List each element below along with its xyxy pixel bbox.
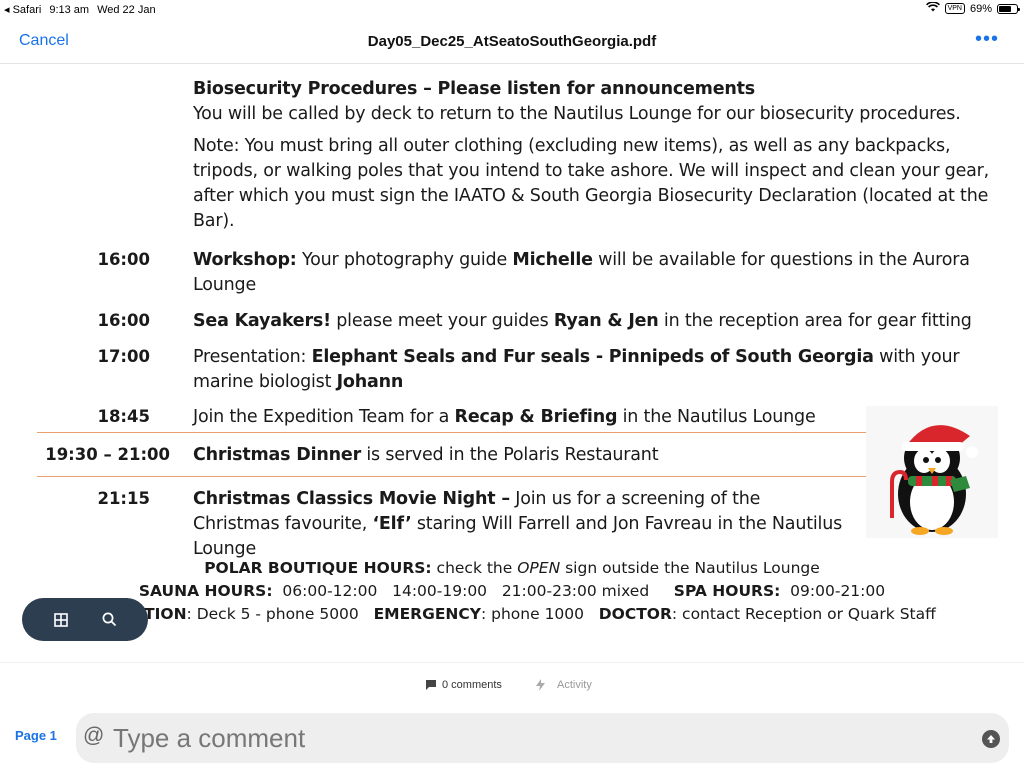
footer-line: SAUNA HOURS: 06:00-12:00 14:00-19:00 21:…	[0, 580, 1024, 603]
text-run: 06:00-12:00 14:00-19:00 21:00-23:00 mixe…	[272, 582, 674, 600]
text-run: Michelle	[512, 250, 593, 270]
text-run: SPA HOURS:	[673, 582, 781, 600]
text-run: Christmas Dinner	[193, 445, 362, 465]
footer-line: RECEPTION: Deck 5 - phone 5000 EMERGENCY…	[0, 603, 1024, 626]
vpn-badge: VPN	[944, 3, 965, 14]
event-description: Workshop: Your photography guide Michell…	[193, 248, 993, 298]
back-to-app-link[interactable]: ◂ Safari	[4, 3, 41, 16]
lightning-icon	[536, 679, 545, 691]
battery-icon	[997, 3, 1020, 14]
status-time: 9:13 am	[49, 3, 90, 16]
text-run: DOCTOR	[598, 605, 672, 623]
text-run: Elephant Seals and Fur seals - Pinnipeds…	[311, 347, 874, 367]
document-title: Day05_Dec25_AtSeatoSouthGeorgia.pdf	[367, 33, 657, 50]
biosecurity-note: Note: You must bring all outer clothing …	[193, 136, 990, 231]
biosecurity-title: Biosecurity Procedures – Please listen f…	[193, 79, 756, 99]
text-run: SAUNA HOURS:	[138, 582, 273, 600]
floating-toolbar	[22, 598, 148, 641]
grid-icon	[53, 612, 68, 627]
wifi-icon	[925, 1, 940, 15]
event-time: 19:30 – 21:00	[45, 445, 170, 464]
divider-top	[37, 432, 867, 433]
nav-bar: Cancel Day05_Dec25_AtSeatoSouthGeorgia.p…	[0, 20, 1024, 64]
divider-bottom	[37, 476, 867, 477]
text-run: 09:00-21:00	[780, 582, 886, 600]
text-run: EMERGENCY	[373, 605, 481, 623]
page-indicator[interactable]: Page 1	[15, 728, 57, 743]
send-button[interactable]	[982, 730, 1000, 748]
mention-button[interactable]: @	[83, 724, 104, 748]
comment-input[interactable]: @ Type a comment	[76, 713, 1009, 763]
comments-tab[interactable]: 0 comments	[426, 679, 502, 691]
text-run: ‘Elf’	[372, 514, 412, 534]
event-time: 16:00	[97, 250, 150, 269]
text-run: in the reception area for gear fitting	[658, 311, 972, 331]
activity-bar: 0 comments Activity	[0, 662, 1024, 708]
status-bar: ◂ Safari 9:13 am Wed 22 Jan VPN 69%	[0, 0, 1024, 20]
text-run: Your photography guide	[296, 250, 513, 270]
footer-line: POLAR BOUTIQUE HOURS: check the OPEN sig…	[0, 557, 1024, 580]
text-run: OPEN	[517, 559, 561, 577]
activity-tab[interactable]: Activity	[536, 679, 592, 691]
status-date: Wed 22 Jan	[97, 3, 156, 16]
comment-placeholder: Type a comment	[113, 723, 306, 753]
text-run: POLAR BOUTIQUE HOURS:	[204, 559, 432, 577]
event-description: Sea Kayakers! please meet your guides Ry…	[193, 309, 993, 334]
text-run: Ryan & Jen	[553, 311, 659, 331]
event-time: 16:00	[97, 311, 150, 330]
activity-label: Activity	[557, 679, 592, 691]
text-run: Recap & Briefing	[454, 407, 618, 427]
search-button[interactable]	[93, 603, 127, 637]
more-options-button[interactable]: •••	[975, 28, 999, 51]
comments-count: 0 comments	[442, 679, 502, 691]
battery-level	[999, 5, 1011, 12]
text-run: please meet your guides	[330, 311, 554, 331]
battery-percentage: 69%	[969, 2, 992, 15]
pdf-page[interactable]: Biosecurity Procedures – Please listen f…	[0, 65, 1024, 662]
comment-bar: Page 1 @ Type a comment	[0, 708, 1024, 768]
text-run: sign outside the Nautilus Lounge	[560, 559, 820, 577]
text-run: Sea Kayakers!	[193, 311, 331, 331]
text-run: Presentation:	[193, 347, 312, 367]
penguin-image	[866, 406, 998, 538]
text-run: : phone 1000	[480, 605, 599, 623]
thumbnail-grid-button[interactable]	[44, 603, 78, 637]
text-run: Johann	[336, 372, 404, 392]
text-run: Christmas Classics Movie Night –	[193, 489, 510, 509]
text-run: in the Nautilus Lounge	[617, 407, 816, 427]
biosecurity-line: You will be called by deck to return to …	[193, 104, 961, 124]
comment-icon	[426, 680, 436, 690]
arrow-up-icon	[987, 735, 995, 743]
text-run: : contact Reception or Quark Staff	[671, 605, 936, 623]
text-run: : Deck 5 - phone 5000	[186, 605, 374, 623]
event-time: 18:45	[97, 407, 150, 426]
event-description: Christmas Classics Movie Night – Join us…	[193, 487, 843, 562]
event-time: 17:00	[97, 347, 150, 366]
event-time: 21:15	[97, 489, 150, 508]
search-icon	[102, 612, 117, 627]
event-description: Presentation: Elephant Seals and Fur sea…	[193, 345, 993, 395]
text-run: is served in the Polaris Restaurant	[361, 445, 659, 465]
text-run: check the	[431, 559, 518, 577]
text-run: Join the Expedition Team for a	[193, 407, 455, 427]
text-run: Workshop:	[193, 250, 297, 270]
